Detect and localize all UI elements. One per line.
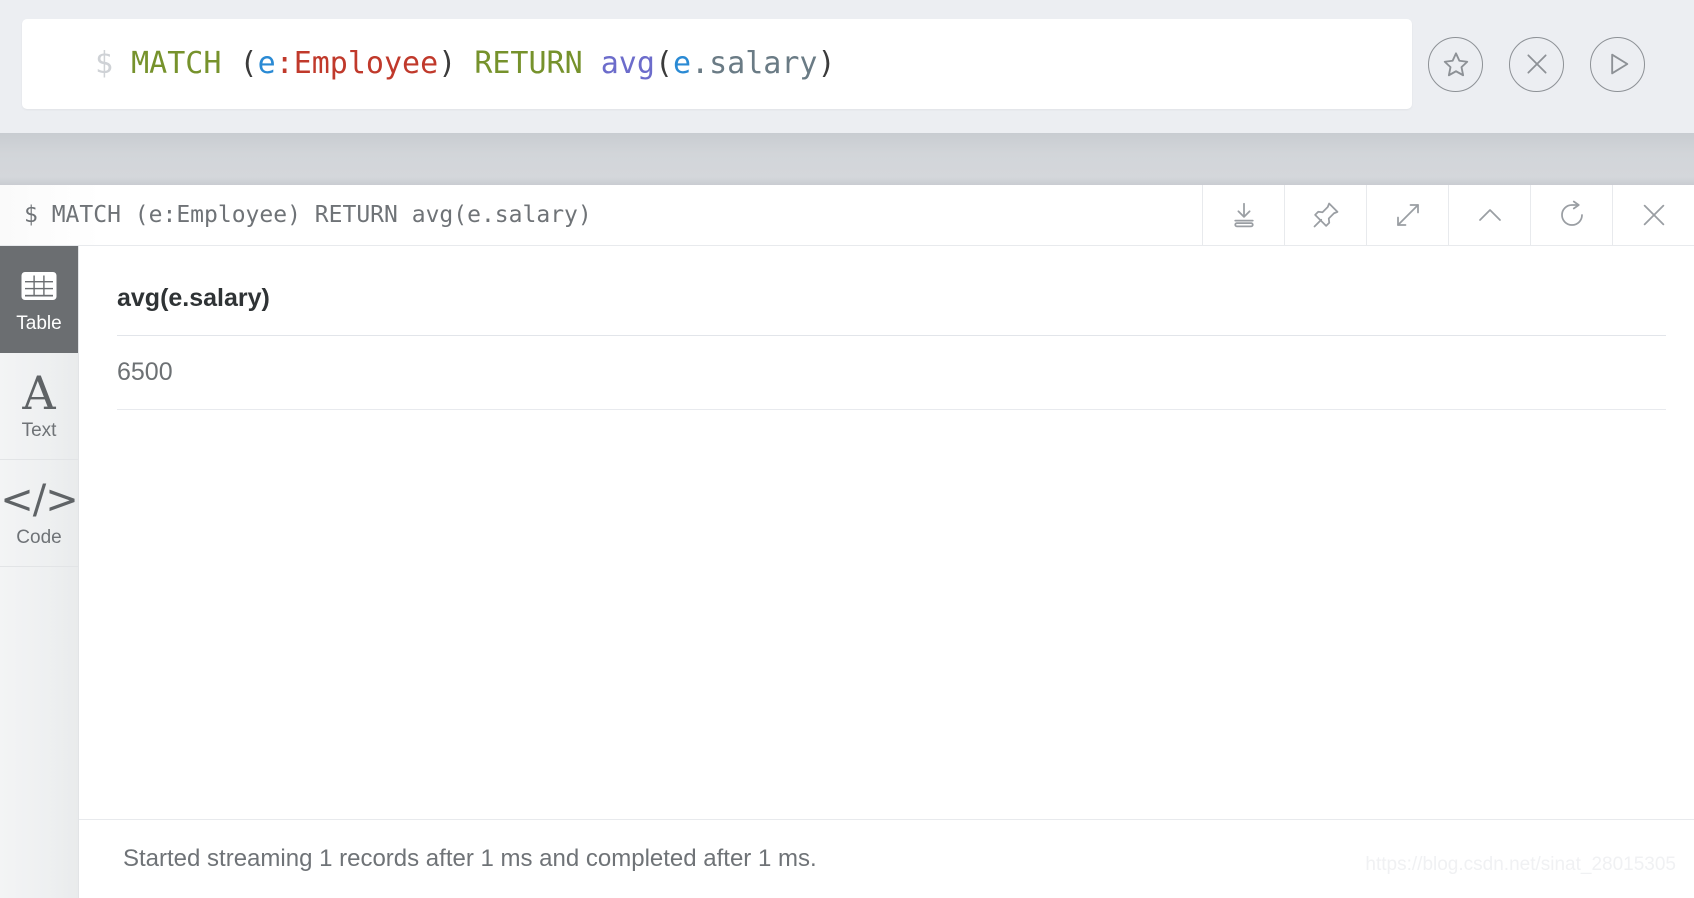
download-icon	[1229, 200, 1259, 230]
status-message: Started streaming 1 records after 1 ms a…	[123, 845, 817, 872]
table-cell: 6500	[117, 335, 1666, 410]
letter-a-icon: A	[22, 366, 56, 420]
frame-toolbar	[1202, 185, 1694, 245]
result-table-area: avg(e.salary) 6500	[79, 246, 1694, 819]
play-circle-icon	[1604, 50, 1632, 78]
table-column-header: avg(e.salary)	[117, 246, 1666, 336]
pin-button[interactable]	[1284, 185, 1366, 245]
frame-title: $ MATCH (e:Employee) RETURN avg(e.salary…	[24, 202, 592, 228]
view-tab-table[interactable]: Table	[0, 246, 78, 353]
favorite-button[interactable]	[1428, 36, 1483, 92]
rerun-button[interactable]	[1530, 185, 1612, 245]
pin-icon	[1311, 200, 1341, 230]
query-editor-card[interactable]: $ MATCH (e:Employee) RETURN avg(e.salary…	[22, 19, 1412, 109]
close-icon	[1639, 200, 1669, 230]
result-pane: avg(e.salary) 6500 Started streaming 1 r…	[79, 246, 1694, 898]
frame-titlebar: $ MATCH (e:Employee) RETURN avg(e.salary…	[0, 185, 1694, 246]
result-table: avg(e.salary) 6500	[117, 246, 1666, 410]
close-circle-icon	[1524, 51, 1550, 77]
star-circle-icon	[1441, 49, 1471, 79]
stream-background-band	[0, 133, 1694, 185]
clear-button[interactable]	[1509, 36, 1564, 92]
table-header-row: avg(e.salary)	[117, 246, 1666, 336]
chevron-up-icon	[1475, 200, 1505, 230]
expand-icon	[1393, 200, 1423, 230]
view-tab-code-label: Code	[16, 527, 62, 548]
result-frame: $ MATCH (e:Employee) RETURN avg(e.salary…	[0, 185, 1694, 898]
table-row: 6500	[117, 335, 1666, 410]
view-tabs-sidebar: Table A Text </> Code	[0, 246, 79, 898]
view-tab-table-label: Table	[16, 313, 62, 334]
expand-button[interactable]	[1366, 185, 1448, 245]
table-grid-icon	[20, 265, 58, 307]
status-bar: Started streaming 1 records after 1 ms a…	[79, 819, 1694, 898]
close-button[interactable]	[1612, 185, 1694, 245]
collapse-button[interactable]	[1448, 185, 1530, 245]
run-button[interactable]	[1590, 36, 1645, 92]
download-button[interactable]	[1202, 185, 1284, 245]
refresh-icon	[1557, 200, 1587, 230]
query-editor-input[interactable]: $ MATCH (e:Employee) RETURN avg(e.salary…	[22, 49, 836, 79]
view-tab-text-label: Text	[21, 420, 57, 441]
view-tab-code[interactable]: </> Code	[0, 460, 79, 567]
frame-body: Table A Text </> Code avg(e.salary) 6500…	[0, 246, 1694, 898]
view-tab-text[interactable]: A Text	[0, 353, 78, 460]
angle-brackets-icon: </>	[0, 477, 79, 523]
editor-bar: $ MATCH (e:Employee) RETURN avg(e.salary…	[0, 0, 1694, 133]
editor-action-buttons	[1420, 19, 1682, 109]
